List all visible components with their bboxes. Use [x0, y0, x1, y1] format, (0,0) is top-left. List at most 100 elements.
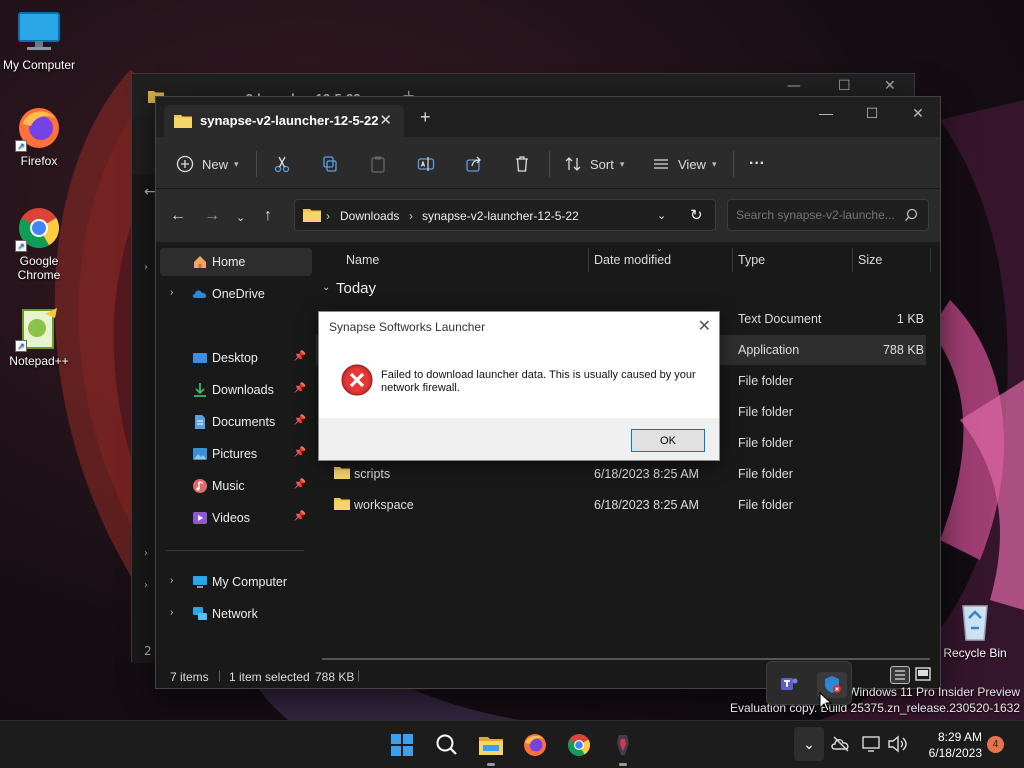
row-type: Application [738, 343, 800, 357]
share-button[interactable] [465, 151, 483, 177]
show-hidden-icons-chevron-icon[interactable]: ⌄ [794, 727, 824, 761]
nav-item-my-computer[interactable]: › My Computer [160, 568, 312, 596]
close-icon[interactable]: ✕ [884, 78, 896, 94]
table-row[interactable]: scripts 6/18/2023 8:25 AM File folder [316, 459, 926, 489]
sort-button[interactable]: Sort ▾ [564, 151, 624, 177]
close-icon[interactable]: ✕ [698, 316, 711, 336]
recent-locations-chevron-icon[interactable]: ⌄ [236, 211, 245, 224]
desktop-icon-notepadpp[interactable]: ↗ Notepad++ [1, 304, 77, 368]
chevron-right-icon[interactable]: › [144, 580, 148, 591]
volume-icon[interactable] [887, 735, 907, 758]
group-header-today[interactable]: Today [336, 280, 376, 297]
file-explorer-taskbar-icon[interactable] [477, 731, 505, 759]
clock[interactable]: 8:29 AM 6/18/2023 [912, 729, 982, 761]
shortcut-arrow-icon: ↗ [15, 140, 27, 152]
desktop-icon-chrome[interactable]: ↗ Google Chrome [1, 204, 77, 282]
nav-item-videos[interactable]: Videos 📌 [160, 504, 312, 532]
synapse-taskbar-icon[interactable] [609, 731, 637, 759]
minimize-icon[interactable]: — [806, 105, 846, 129]
table-row[interactable]: workspace 6/18/2023 8:25 AM File folder [316, 490, 926, 520]
search-icon[interactable] [433, 731, 461, 759]
nav-item-network[interactable]: › Network [160, 600, 312, 628]
breadcrumb-current-folder[interactable]: synapse-v2-launcher-12-5-22 [422, 209, 579, 223]
chevron-right-icon[interactable]: › [144, 262, 148, 273]
copy-button[interactable] [321, 151, 339, 177]
recycle-bin-icon [951, 596, 999, 644]
desktop-icon-firefox[interactable]: ↗ Firefox [1, 104, 77, 168]
chevron-down-icon[interactable]: ⌄ [657, 209, 666, 222]
column-divider[interactable] [588, 248, 589, 272]
error-dialog[interactable]: Synapse Softworks Launcher ✕ Failed to d… [318, 311, 720, 461]
nav-item-documents[interactable]: Documents 📌 [160, 408, 312, 436]
status-item-count: 7 items [170, 670, 209, 684]
column-header-type[interactable]: Type [738, 253, 765, 267]
more-options-button[interactable]: ··· [749, 151, 765, 177]
nav-item-music[interactable]: Music 📌 [160, 472, 312, 500]
horizontal-scrollbar[interactable] [322, 658, 930, 660]
details-view-icon[interactable] [890, 666, 910, 684]
shortcut-arrow-icon: ↗ [15, 340, 27, 352]
start-windows-icon[interactable] [388, 731, 416, 759]
desktop-icon-recycle-bin[interactable]: Recycle Bin [937, 596, 1013, 660]
view-button[interactable]: View ▾ [652, 151, 716, 177]
column-header-size[interactable]: Size [858, 253, 882, 267]
tiles-view-icon[interactable] [914, 666, 934, 684]
search-box[interactable] [727, 199, 929, 231]
cut-button[interactable] [273, 151, 291, 177]
row-date: 6/18/2023 8:25 AM [594, 467, 699, 481]
close-icon[interactable]: ✕ [898, 105, 938, 129]
minimize-icon[interactable]: — [787, 78, 801, 94]
maximize-icon[interactable]: ☐ [852, 105, 892, 129]
status-divider: | [218, 668, 222, 682]
chevron-right-icon[interactable]: › [170, 607, 173, 618]
refresh-icon[interactable]: ↻ [690, 206, 703, 224]
column-header-date[interactable]: Date modified [594, 253, 671, 267]
delete-button[interactable] [513, 151, 531, 177]
back-arrow-icon[interactable]: ← [170, 207, 186, 225]
paste-button[interactable] [369, 151, 387, 177]
chevron-right-icon[interactable]: › [144, 548, 148, 559]
folder-icon [174, 113, 192, 133]
nav-item-desktop[interactable]: Desktop 📌 [160, 344, 312, 372]
column-divider[interactable] [732, 248, 733, 272]
nav-item-label: Videos [212, 511, 250, 525]
maximize-icon[interactable]: ☐ [838, 78, 851, 94]
firefox-taskbar-icon[interactable] [521, 731, 549, 759]
toolbar-divider [549, 151, 550, 177]
ok-button[interactable]: OK [631, 429, 705, 452]
nav-item-onedrive[interactable]: › OneDrive [160, 280, 312, 308]
desktop-icon-my-computer[interactable]: My Computer [1, 8, 77, 72]
tray-overflow-flyout [766, 661, 852, 705]
chevron-right-icon[interactable]: › [170, 287, 173, 298]
row-type: File folder [738, 405, 793, 419]
up-arrow-icon[interactable]: ↑ [264, 207, 272, 225]
sort-indicator-icon: ⌄ [656, 244, 663, 253]
group-collapse-chevron-icon[interactable]: ⌄ [322, 282, 330, 293]
nav-item-pictures[interactable]: Pictures 📌 [160, 440, 312, 468]
nav-item-home[interactable]: Home [160, 248, 312, 276]
column-header-name[interactable]: Name [346, 253, 379, 267]
rename-button[interactable] [417, 151, 435, 177]
document-icon [192, 414, 208, 430]
network-monitor-icon[interactable] [862, 735, 882, 758]
column-divider[interactable] [930, 248, 931, 272]
search-input[interactable] [736, 207, 896, 223]
copy-icon [323, 156, 337, 172]
address-bar[interactable]: › Downloads › synapse-v2-launcher-12-5-2… [294, 199, 716, 231]
breadcrumb-downloads[interactable]: Downloads [340, 209, 399, 223]
notification-badge[interactable]: 4 [987, 736, 1004, 753]
column-divider[interactable] [852, 248, 853, 272]
new-button[interactable]: New ▾ [176, 151, 239, 177]
teams-icon[interactable] [779, 674, 799, 698]
cloud-offline-icon[interactable] [831, 735, 851, 758]
forward-arrow-icon[interactable]: → [204, 207, 220, 225]
back-arrow-icon[interactable]: ← [144, 184, 156, 200]
nav-item-label: Documents [212, 415, 276, 429]
nav-item-downloads[interactable]: Downloads 📌 [160, 376, 312, 404]
new-tab-icon[interactable]: + [420, 108, 431, 126]
chrome-taskbar-icon[interactable] [565, 731, 593, 759]
chevron-right-icon[interactable]: › [170, 575, 173, 586]
close-tab-icon[interactable]: ✕ [379, 111, 392, 129]
tab-active[interactable]: synapse-v2-launcher-12-5-22 ✕ [164, 105, 404, 137]
monitor-icon [192, 574, 208, 590]
